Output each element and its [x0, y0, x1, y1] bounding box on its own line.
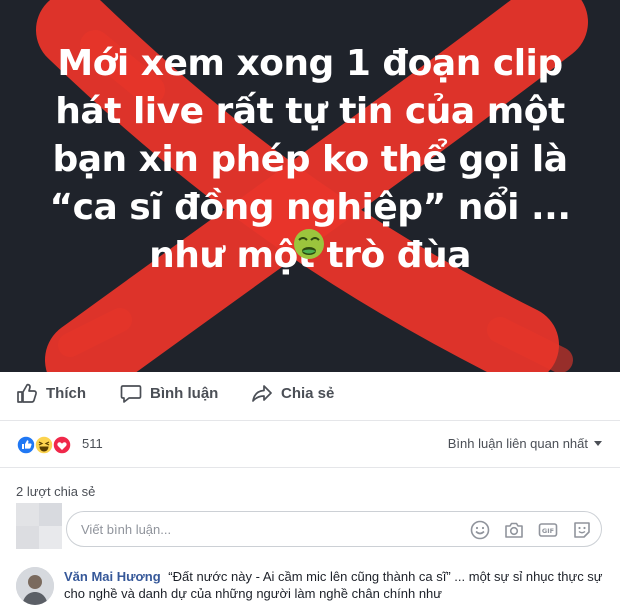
svg-text:GIF: GIF — [542, 527, 554, 535]
share-button[interactable]: Chia sẻ — [251, 382, 334, 404]
action-bar: Thích Bình luận Chia sẻ — [0, 372, 620, 421]
reaction-icons[interactable] — [16, 435, 78, 455]
comment-author[interactable]: Văn Mai Hương — [64, 569, 161, 584]
share-button-label: Chia sẻ — [281, 384, 335, 402]
commenter-avatar[interactable] — [16, 567, 54, 605]
love-reaction-icon — [52, 435, 72, 455]
like-button[interactable]: Thích — [16, 382, 86, 404]
caret-down-icon — [594, 441, 602, 446]
share-arrow-icon — [252, 385, 272, 402]
gif-icon[interactable]: GIF — [537, 519, 559, 541]
haha-reaction-icon — [34, 435, 54, 455]
comment-bubble-icon — [120, 385, 142, 403]
share-count[interactable]: 2 lượt chia sẻ — [16, 484, 95, 499]
avatar — [16, 503, 62, 549]
like-reaction-icon — [16, 435, 36, 455]
comment-input[interactable]: Viết bình luận... GIF — [66, 511, 602, 547]
comment-sort-dropdown[interactable]: Bình luận liên quan nhất — [448, 436, 602, 451]
post-image[interactable]: Mới xem xong 1 đoạn clip hát live rất tự… — [0, 0, 620, 372]
comment-button-label: Bình luận — [150, 384, 219, 402]
nauseated-face-emoji — [294, 229, 324, 259]
camera-icon[interactable] — [503, 519, 525, 541]
comment-input-placeholder: Viết bình luận... — [81, 522, 172, 537]
like-button-label: Thích — [46, 384, 86, 402]
sticker-icon[interactable] — [571, 519, 593, 541]
reactions-row: 511 Bình luận liên quan nhất — [0, 421, 620, 468]
comment-body: Văn Mai Hương “Đất nước này - Ai cầm mic… — [64, 568, 604, 602]
emoji-smiley-icon[interactable] — [469, 519, 491, 541]
thumbs-up-icon — [17, 383, 37, 403]
comment-button[interactable]: Bình luận — [120, 382, 218, 404]
comment-sort-label: Bình luận liên quan nhất — [447, 436, 588, 451]
reaction-count[interactable]: 511 — [82, 436, 103, 451]
